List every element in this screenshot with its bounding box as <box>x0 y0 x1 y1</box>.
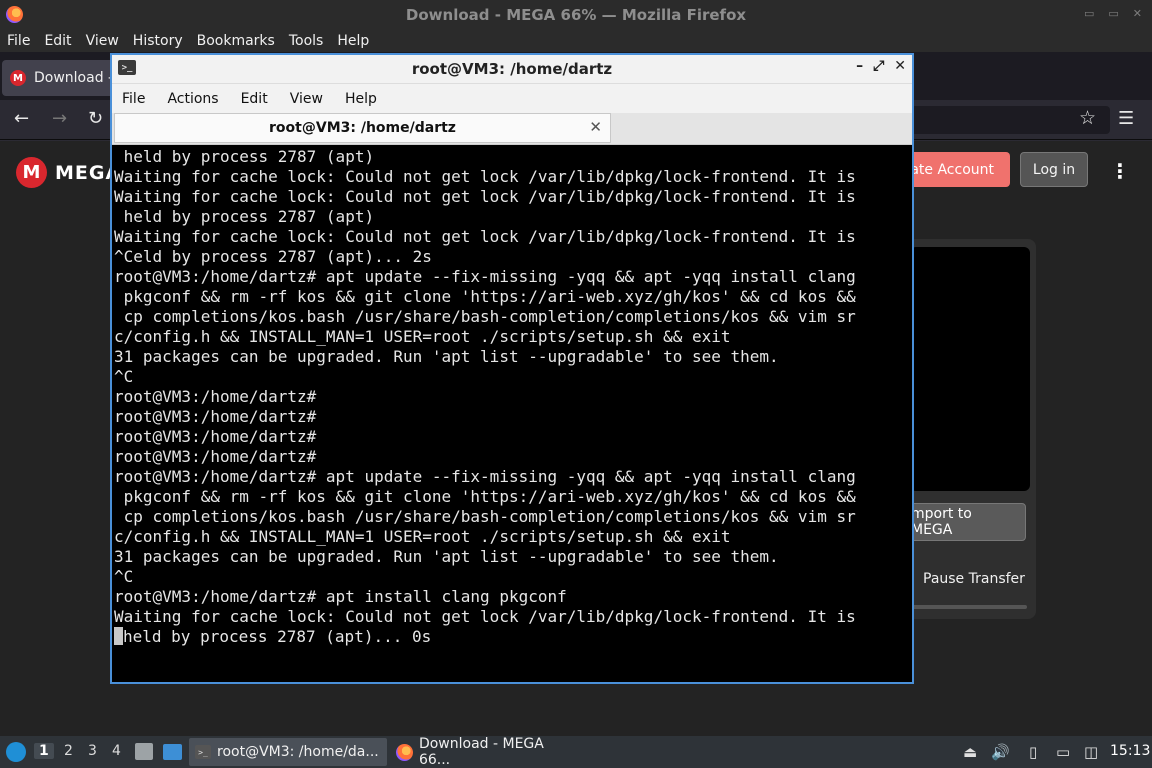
terminal-line: root@VM3:/home/dartz# apt update --fix-m… <box>114 467 856 486</box>
firefox-menubar: File Edit View History Bookmarks Tools H… <box>0 30 1152 52</box>
menu-bookmarks[interactable]: Bookmarks <box>197 33 275 49</box>
minimize-icon[interactable]: ▭ <box>1084 7 1094 20</box>
show-desktop-icon[interactable] <box>163 744 182 760</box>
firefox-icon <box>6 6 23 23</box>
firefox-icon <box>396 743 413 761</box>
terminal-titlebar: >_ root@VM3: /home/dartz – ⤢ ✕ <box>112 55 912 83</box>
bookmark-star-icon[interactable]: ☆ <box>1079 107 1096 129</box>
terminal-window: >_ root@VM3: /home/dartz – ⤢ ✕ File Acti… <box>110 53 914 684</box>
menu-help[interactable]: Help <box>337 33 369 49</box>
terminal-menu-edit[interactable]: Edit <box>241 91 268 107</box>
workspace-1[interactable]: 1 <box>34 743 54 759</box>
upload-icon[interactable]: ⏏ <box>963 743 977 761</box>
terminal-tab-title: root@VM3: /home/dartz <box>269 120 456 136</box>
mega-logo[interactable]: M MEGA <box>16 157 121 188</box>
terminal-menu-actions[interactable]: Actions <box>167 91 218 107</box>
terminal-line: Waiting for cache lock: Could not get lo… <box>114 607 856 626</box>
workspace-3[interactable]: 3 <box>88 743 97 759</box>
terminal-line: Waiting for cache lock: Could not get lo… <box>114 167 856 186</box>
file-manager-icon[interactable] <box>135 743 153 760</box>
firefox-titlebar: Download - MEGA 66% — Mozilla Firefox ▭ … <box>0 0 1152 30</box>
terminal-line: c/config.h && INSTALL_MAN=1 USER=root ./… <box>114 527 731 546</box>
text-cursor <box>114 627 123 645</box>
terminal-last-line: held by process 2787 (apt)... 0s <box>123 627 432 646</box>
terminal-line: cp completions/kos.bash /usr/share/bash-… <box>114 507 856 526</box>
terminal-line: ^C <box>114 367 134 386</box>
terminal-line: ^C <box>114 567 134 586</box>
terminal-line: 31 packages can be upgraded. Run 'apt li… <box>114 547 779 566</box>
terminal-line: held by process 2787 (apt) <box>114 207 375 226</box>
terminal-line: root@VM3:/home/dartz# <box>114 447 317 466</box>
taskbar-firefox[interactable]: Download - MEGA 66... <box>390 736 585 768</box>
terminal-line: cp completions/kos.bash /usr/share/bash-… <box>114 307 856 326</box>
close-icon[interactable]: ✕ <box>1133 7 1142 20</box>
restore-icon[interactable]: ⤢ <box>873 58 884 74</box>
clock[interactable]: 15:13 <box>1110 743 1150 759</box>
menu-tools[interactable]: Tools <box>289 33 324 49</box>
forward-arrow-icon[interactable]: → <box>52 108 67 129</box>
terminal-icon: >_ <box>195 745 211 759</box>
mega-logo-icon: M <box>16 157 47 188</box>
close-icon[interactable]: ✕ <box>894 58 906 74</box>
terminal-current-line: held by process 2787 (apt)... 0s <box>114 627 912 647</box>
taskbar-terminal[interactable]: >_ root@VM3: /home/da... <box>189 738 387 766</box>
terminal-line: root@VM3:/home/dartz# apt install clang … <box>114 587 567 606</box>
more-options-icon[interactable]: ⋮ <box>1110 159 1130 183</box>
terminal-line: root@VM3:/home/dartz# <box>114 387 317 406</box>
workspace-2[interactable]: 2 <box>64 743 73 759</box>
terminal-window-controls: – ⤢ ✕ <box>856 58 906 74</box>
terminal-line: root@VM3:/home/dartz# <box>114 427 317 446</box>
mega-favicon-icon: M <box>10 70 26 86</box>
terminal-line: root@VM3:/home/dartz# apt update --fix-m… <box>114 267 856 286</box>
close-tab-icon[interactable]: ✕ <box>589 118 602 136</box>
minimize-icon[interactable]: – <box>856 58 863 74</box>
network-icon[interactable]: ▭ <box>1056 743 1070 761</box>
menu-edit[interactable]: Edit <box>44 33 71 49</box>
clipboard-icon[interactable]: ▯ <box>1029 743 1037 761</box>
transfer-progress-bar <box>910 605 1027 609</box>
taskbar: 1 2 3 4 >_ root@VM3: /home/da... Downloa… <box>0 736 1152 768</box>
terminal-line: pkgconf && rm -rf kos && git clone 'http… <box>114 287 856 306</box>
terminal-menu-view[interactable]: View <box>290 91 323 107</box>
taskbar-terminal-label: root@VM3: /home/da... <box>217 744 379 760</box>
terminal-icon: >_ <box>118 60 136 75</box>
file-preview <box>910 247 1030 491</box>
back-arrow-icon[interactable]: ← <box>14 108 29 129</box>
start-menu-icon[interactable] <box>6 742 26 762</box>
terminal-line: Waiting for cache lock: Could not get lo… <box>114 227 856 246</box>
maximize-icon[interactable]: ▭ <box>1108 7 1118 20</box>
terminal-line: held by process 2787 (apt) <box>114 147 375 166</box>
terminal-window-title: root@VM3: /home/dartz <box>411 60 613 78</box>
workspace-4[interactable]: 4 <box>112 743 121 759</box>
terminal-menubar: File Actions Edit View Help <box>112 83 912 113</box>
firefox-window-controls: ▭ ▭ ✕ <box>1084 7 1142 20</box>
terminal-output[interactable]: held by process 2787 (apt) Waiting for c… <box>112 147 912 682</box>
menu-file[interactable]: File <box>7 33 30 49</box>
terminal-line: 31 packages can be upgraded. Run 'apt li… <box>114 347 779 366</box>
menu-history[interactable]: History <box>133 33 183 49</box>
terminal-line: c/config.h && INSTALL_MAN=1 USER=root ./… <box>114 327 731 346</box>
volume-icon[interactable]: 🔊 <box>991 743 1010 761</box>
log-in-button[interactable]: Log in <box>1020 152 1088 187</box>
terminal-line: pkgconf && rm -rf kos && git clone 'http… <box>114 487 856 506</box>
taskbar-firefox-label: Download - MEGA 66... <box>418 736 544 768</box>
terminal-tabbar: root@VM3: /home/dartz ✕ <box>112 113 912 145</box>
terminal-line: ^Celd by process 2787 (apt)... 2s <box>114 247 432 266</box>
notifications-icon[interactable]: ◫ <box>1084 743 1098 761</box>
terminal-tab[interactable]: root@VM3: /home/dartz ✕ <box>114 113 611 143</box>
reload-icon[interactable]: ↻ <box>88 108 103 129</box>
pause-transfer-button[interactable]: Pause Transfer <box>923 571 1025 587</box>
menu-view[interactable]: View <box>86 33 119 49</box>
firefox-window-title: Download - MEGA 66% — Mozilla Firefox <box>405 6 747 24</box>
hamburger-menu-icon[interactable]: ☰ <box>1118 108 1134 129</box>
terminal-line: Waiting for cache lock: Could not get lo… <box>114 187 856 206</box>
terminal-line: root@VM3:/home/dartz# <box>114 407 317 426</box>
terminal-menu-file[interactable]: File <box>122 91 145 107</box>
tab-label: Download - <box>34 70 114 86</box>
import-to-mega-button[interactable]: mport to MEGA <box>910 503 1026 541</box>
terminal-menu-help[interactable]: Help <box>345 91 377 107</box>
